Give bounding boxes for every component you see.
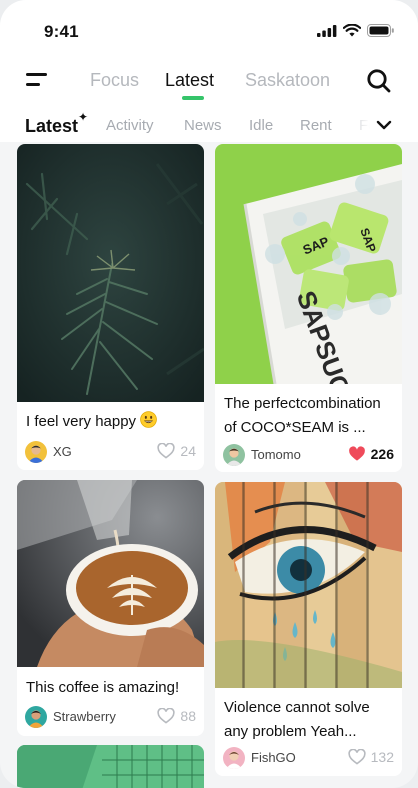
post-card[interactable]: This coffee is amazing! Strawberry 88 [17,480,204,736]
post-title: Violence cannot solve any problem Yeah..… [224,699,370,740]
active-tab-indicator [182,96,204,100]
app-screen: 9:41 Focus Latest Saskatoon Latest✦ Acti… [0,0,418,788]
like-count: 226 [370,446,394,462]
chevron-down-icon[interactable] [374,115,394,135]
search-icon[interactable] [366,68,392,94]
post-card[interactable]: I feel very happy XG 24 [17,144,204,470]
sparkle-icon: ✦ [78,110,89,124]
like-count: 88 [180,708,196,724]
category-rent[interactable]: Rent [300,117,332,134]
tab-saskatoon[interactable]: Saskatoon [245,70,330,91]
post-card[interactable] [17,745,204,788]
like-count: 24 [180,443,196,459]
username[interactable]: Tomomo [251,447,301,462]
cooler-box-with-sapsucker-cans-photo: SAP SAP SAPSUC [215,144,402,384]
green-tiled-wall-photo [17,745,204,788]
top-navigation: Focus Latest Saskatoon [0,60,418,112]
post-title: I feel very happy [26,410,195,434]
status-bar: 9:41 [0,0,418,60]
graffiti-eye-on-wooden-fence-photo [215,482,402,688]
heart-outline-icon [348,749,366,765]
avatar[interactable] [25,706,47,728]
menu-icon[interactable] [26,71,50,91]
like-button[interactable]: 132 [348,749,394,765]
username[interactable]: FishGO [251,750,296,765]
category-idle[interactable]: Idle [249,117,273,134]
like-button[interactable]: 88 [157,708,196,724]
tab-latest[interactable]: Latest [165,70,214,91]
avatar[interactable] [223,747,245,769]
category-news[interactable]: News [184,117,222,134]
post-meta: Tomomo 226 [223,444,394,466]
avatar[interactable] [223,444,245,466]
post-meta: FishGO 132 [223,747,394,769]
avatar[interactable] [25,441,47,463]
status-icons [317,24,394,37]
battery-icon [367,24,394,37]
like-count: 132 [370,749,394,765]
post-title: This coffee is amazing! [26,679,180,696]
post-feed[interactable]: I feel very happy XG 24 SAP SAP SAPSUC T… [0,142,418,788]
username[interactable]: Strawberry [53,709,116,724]
heart-outline-icon [157,708,176,724]
status-time: 9:41 [44,22,79,41]
pine-branch-photo [17,144,204,402]
post-title: The perfectcombination of COCO*SEAM is .… [224,395,381,436]
post-title-text: I feel very happy [26,413,137,430]
post-card[interactable]: Violence cannot solve any problem Yeah..… [215,482,402,776]
post-meta: XG 24 [25,441,196,463]
latte-art-pour-photo [17,480,204,667]
like-button[interactable]: 24 [157,443,196,459]
tab-focus[interactable]: Focus [90,70,139,91]
category-activity[interactable]: Activity [106,117,154,134]
post-meta: Strawberry 88 [25,706,196,728]
category-latest[interactable]: Latest✦ [25,110,88,137]
heart-outline-icon [157,443,176,459]
like-button[interactable]: 226 [348,446,394,462]
category-label: Latest [25,116,79,136]
wifi-icon [343,24,361,37]
username[interactable]: XG [53,444,72,459]
cellular-signal-icon [317,24,337,37]
heart-filled-icon [348,446,365,461]
grinning-face-emoji [140,411,158,428]
post-card[interactable]: SAP SAP SAPSUC The perfectcombination of… [215,144,402,472]
category-bar: Latest✦ Activity News Idle Rent Fo [0,110,418,142]
